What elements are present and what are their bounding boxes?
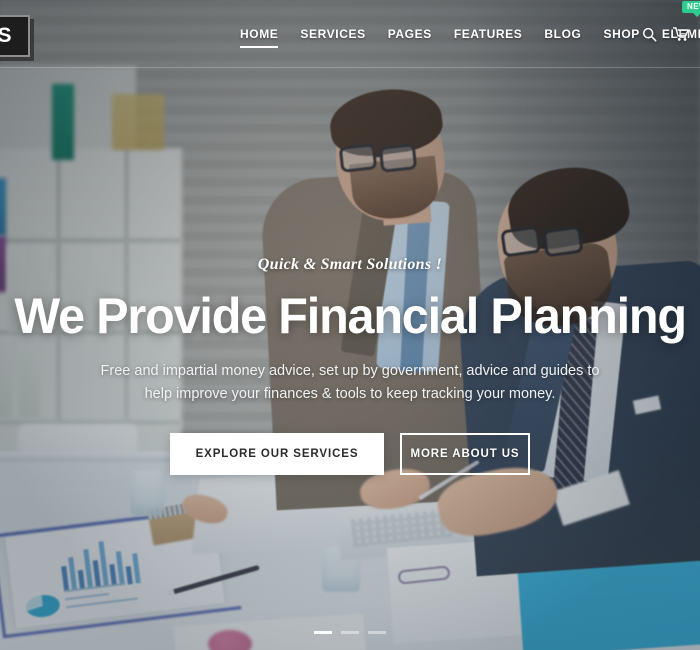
explore-our-services-button[interactable]: EXPLORE OUR SERVICES [170,432,384,475]
shopping-cart-icon[interactable] [673,26,690,42]
nav-item-shop[interactable]: SHOP [603,21,639,47]
hero-headline: We Provide Financial Planning [14,288,687,344]
main-navigation: HOME SERVICES PAGES FEATURES BLOG SHOP N… [240,0,700,68]
nav-item-blog[interactable]: BLOG [544,21,581,47]
slider-dot-3[interactable] [368,631,386,634]
nav-label: PAGES [387,27,432,41]
slider-pagination [0,631,700,634]
nav-label: SERVICES [300,27,366,41]
nav-label: SHOP [603,27,640,41]
nav-item-home[interactable]: HOME [240,21,279,48]
hero-subtitle: Quick & Smart Solutions ! [257,256,443,273]
site-logo[interactable]: S [0,15,34,61]
nav-item-services[interactable]: SERVICES [300,21,365,47]
logo-letter: S [0,24,12,47]
search-icon[interactable] [642,27,657,42]
nav-label: HOME [240,27,279,41]
slider-dot-1[interactable] [314,631,332,634]
nav-label: FEATURES [453,27,523,41]
site-header: S HOME SERVICES PAGES FEATURES BLOG SHOP [0,0,700,68]
page-root: S HOME SERVICES PAGES FEATURES BLOG SHOP [0,0,700,650]
more-about-us-button[interactable]: MORE ABOUT US [400,432,530,475]
slider-dot-2[interactable] [341,631,359,634]
hero-lead-paragraph: Free and impartial money advice, set up … [100,363,600,403]
hero-button-row: EXPLORE OUR SERVICES MORE ABOUT US [170,432,530,475]
nav-item-pages[interactable]: PAGES [388,21,432,47]
nav-label: BLOG [544,27,582,41]
nav-item-features[interactable]: FEATURES [454,21,523,47]
header-icons [642,0,690,68]
logo-box: S [0,15,30,57]
hero-section: Quick & Smart Solutions ! We Provide Fin… [0,68,700,650]
